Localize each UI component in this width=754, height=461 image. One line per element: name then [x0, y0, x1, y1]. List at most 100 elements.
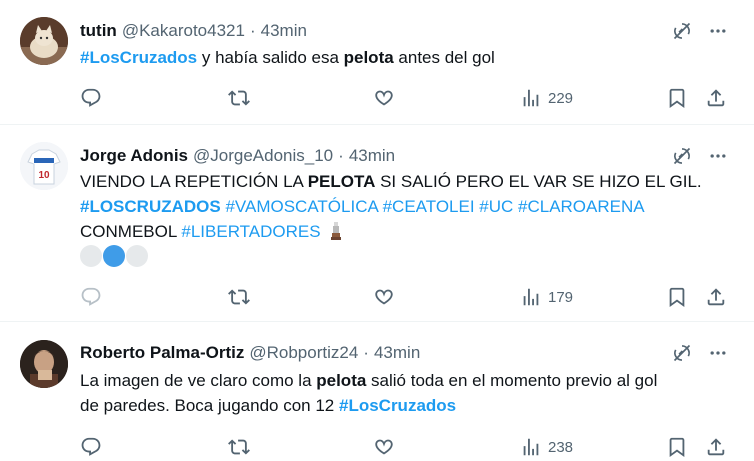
- cat-avatar-image: [20, 17, 68, 65]
- tweet-header: tutin @Kakaroto4321 · 43min: [80, 20, 307, 42]
- share-button[interactable]: [705, 436, 727, 458]
- share-button[interactable]: [705, 87, 727, 109]
- author-handle[interactable]: @Kakaroto4321: [122, 21, 245, 41]
- hashtag[interactable]: #VAMOSCATÓLICA #CEATOLEI #UC #CLAROARENA: [221, 197, 644, 216]
- highlighted-term: pelota: [343, 48, 394, 67]
- text-segment: La imagen de ve claro como la: [80, 371, 317, 390]
- reply-button[interactable]: [80, 436, 102, 458]
- tweet[interactable]: 10 Jorge Adonis @JorgeAdonis_10 · 43min …: [0, 125, 754, 322]
- grok-icon[interactable]: [672, 21, 692, 41]
- more-icon[interactable]: [708, 146, 728, 166]
- reply-button[interactable]: [80, 87, 102, 109]
- views-icon: [520, 87, 542, 109]
- bookmark-button[interactable]: [666, 87, 688, 109]
- text-segment: antes del gol: [393, 48, 495, 67]
- views-count: 179: [548, 288, 574, 306]
- separator: ·: [363, 343, 369, 362]
- bookmark-icon: [666, 87, 688, 109]
- hashtag[interactable]: #LosCruzados: [80, 48, 197, 67]
- retweet-icon: [228, 436, 250, 458]
- carousel-dot-active[interactable]: [103, 245, 125, 267]
- like-button[interactable]: [373, 87, 395, 109]
- views-icon: [520, 436, 542, 458]
- tweet-actions: 238: [80, 436, 740, 458]
- timestamp[interactable]: 43min: [261, 21, 307, 41]
- views-icon: [520, 286, 542, 308]
- avatar[interactable]: [20, 340, 68, 388]
- carousel-dot[interactable]: [126, 245, 148, 267]
- jersey-avatar-image: 10: [20, 142, 68, 190]
- like-button[interactable]: [373, 286, 395, 308]
- separator: ·: [249, 21, 256, 40]
- share-button[interactable]: [705, 286, 727, 308]
- text-segment: SI SALIÓ PERO EL VAR SE HIZO EL GIL.: [375, 172, 702, 191]
- retweet-button[interactable]: [228, 87, 250, 109]
- text-line: de paredes. Boca jugando con 12 #LosCruz…: [80, 393, 657, 418]
- author-name[interactable]: Roberto Palma-Ortiz: [80, 343, 244, 363]
- timestamp[interactable]: 43min: [374, 343, 420, 363]
- like-icon: [373, 436, 395, 458]
- text-segment: de paredes. Boca jugando con 12: [80, 396, 339, 415]
- carousel-dots[interactable]: [80, 245, 148, 267]
- author-name[interactable]: Jorge Adonis: [80, 146, 188, 166]
- tweet-header: Jorge Adonis @JorgeAdonis_10 · 43min: [80, 145, 395, 167]
- text-segment: CONMEBOL: [80, 222, 182, 241]
- share-icon: [705, 436, 727, 458]
- author-handle[interactable]: @Robportiz24: [249, 343, 358, 363]
- hashtag[interactable]: #LIBERTADORES: [181, 222, 320, 241]
- retweet-icon: [228, 87, 250, 109]
- separator: ·: [338, 146, 344, 165]
- retweet-button[interactable]: [228, 436, 250, 458]
- tweet-actions: 179: [80, 286, 740, 308]
- author-handle[interactable]: @JorgeAdonis_10: [193, 146, 333, 166]
- bookmark-icon: [666, 286, 688, 308]
- tweet[interactable]: tutin @Kakaroto4321 · 43min #LosCruzados…: [0, 0, 754, 125]
- bookmark-icon: [666, 436, 688, 458]
- views-button[interactable]: 238: [520, 436, 573, 458]
- trophy-emoji-icon: [331, 222, 342, 240]
- text-segment: y había salido esa: [197, 48, 344, 67]
- text-line: La imagen de ve claro como la pelota sal…: [80, 368, 657, 393]
- tweet-text: #LosCruzados y había salido esa pelota a…: [80, 45, 495, 70]
- highlighted-term: PELOTA: [307, 172, 376, 191]
- tweet-text: La imagen de ve claro como la pelota sal…: [80, 368, 657, 418]
- text-segment: VIENDO LA REPETICIÓN LA: [80, 172, 308, 191]
- tweet[interactable]: Roberto Palma-Ortiz @Robportiz24 · 43min…: [0, 322, 754, 461]
- hashtag[interactable]: #LosCruzados: [339, 396, 456, 415]
- bookmark-button[interactable]: [666, 286, 688, 308]
- timestamp[interactable]: 43min: [349, 146, 395, 166]
- author-name[interactable]: tutin: [80, 21, 117, 41]
- reply-button[interactable]: [80, 286, 102, 308]
- text-segment: salió toda en el momento previo al gol: [366, 371, 658, 390]
- grok-icon[interactable]: [672, 146, 692, 166]
- text-line: CONMEBOL #LIBERTADORES: [80, 219, 702, 244]
- retweet-button[interactable]: [228, 286, 250, 308]
- more-icon[interactable]: [708, 343, 728, 363]
- svg-text:10: 10: [38, 170, 50, 181]
- tweet-actions: 229: [80, 87, 740, 109]
- views-button[interactable]: 229: [520, 87, 573, 109]
- retweet-icon: [228, 286, 250, 308]
- avatar[interactable]: 10: [20, 142, 68, 190]
- tweet-header: Roberto Palma-Ortiz @Robportiz24 · 43min: [80, 342, 420, 364]
- reply-icon: [80, 286, 102, 308]
- reply-icon: [80, 87, 102, 109]
- avatar[interactable]: [20, 17, 68, 65]
- tweet-text: VIENDO LA REPETICIÓN LA PELOTA SI SALIÓ …: [80, 169, 702, 244]
- reply-icon: [80, 436, 102, 458]
- views-count: 238: [548, 438, 574, 456]
- like-button[interactable]: [373, 436, 395, 458]
- hashtag[interactable]: #LOSCRUZADOS: [80, 197, 221, 216]
- views-count: 229: [548, 89, 574, 107]
- text-line: VIENDO LA REPETICIÓN LA PELOTA SI SALIÓ …: [80, 169, 702, 194]
- bookmark-button[interactable]: [666, 436, 688, 458]
- person-avatar-image: [20, 340, 68, 388]
- views-button[interactable]: 179: [520, 286, 573, 308]
- text-line: #LOSCRUZADOS #VAMOSCATÓLICA #CEATOLEI #U…: [80, 194, 702, 219]
- like-icon: [373, 87, 395, 109]
- carousel-dot[interactable]: [80, 245, 102, 267]
- grok-icon[interactable]: [672, 343, 692, 363]
- like-icon: [373, 286, 395, 308]
- more-icon[interactable]: [708, 21, 728, 41]
- share-icon: [705, 286, 727, 308]
